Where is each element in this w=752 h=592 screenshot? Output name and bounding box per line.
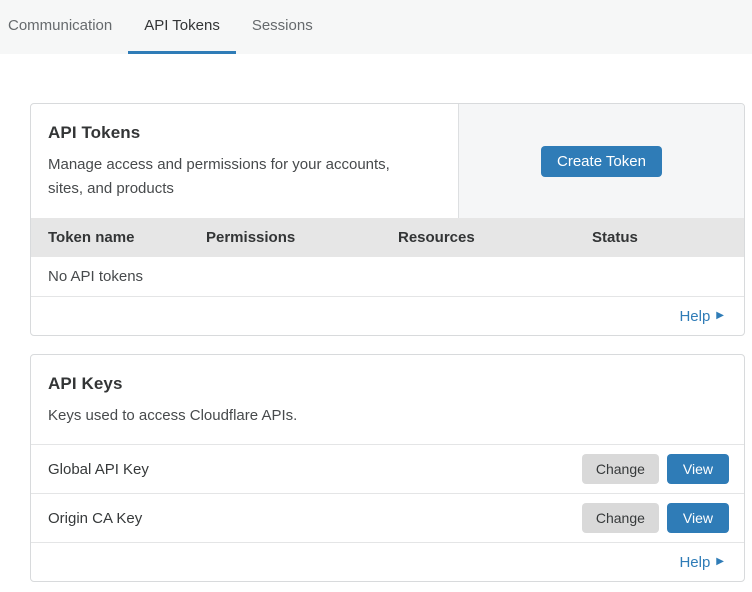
- api-key-row-global: Global API Key Change View: [31, 445, 744, 494]
- tab-bar: Communication API Tokens Sessions: [0, 0, 752, 54]
- change-origin-ca-key-button[interactable]: Change: [582, 503, 659, 533]
- api-keys-card-footer: Help ▶: [31, 543, 744, 581]
- api-keys-card-header: API Keys Keys used to access Cloudflare …: [31, 355, 744, 445]
- column-header-resources: Resources: [398, 229, 592, 246]
- api-key-actions: Change View: [582, 454, 729, 484]
- change-global-api-key-button[interactable]: Change: [582, 454, 659, 484]
- column-header-token-name: Token name: [48, 229, 206, 246]
- column-header-status: Status: [592, 229, 727, 246]
- tab-communication[interactable]: Communication: [0, 0, 128, 54]
- help-link-label: Help: [679, 554, 710, 571]
- api-tokens-help-link[interactable]: Help ▶: [679, 308, 724, 325]
- create-token-button[interactable]: Create Token: [541, 146, 662, 177]
- help-arrow-icon: ▶: [716, 557, 724, 567]
- api-keys-card: API Keys Keys used to access Cloudflare …: [30, 354, 745, 582]
- column-header-permissions: Permissions: [206, 229, 398, 246]
- api-tokens-card-header: API Tokens Manage access and permissions…: [31, 104, 744, 218]
- view-global-api-key-button[interactable]: View: [667, 454, 729, 484]
- api-key-row-origin-ca: Origin CA Key Change View: [31, 494, 744, 543]
- api-keys-card-title: API Keys: [48, 374, 727, 394]
- api-key-actions: Change View: [582, 503, 729, 533]
- tab-api-tokens[interactable]: API Tokens: [128, 0, 236, 54]
- api-keys-help-link[interactable]: Help ▶: [679, 554, 724, 571]
- help-link-label: Help: [679, 308, 710, 325]
- help-arrow-icon: ▶: [716, 311, 724, 321]
- api-tokens-card: API Tokens Manage access and permissions…: [30, 103, 745, 336]
- view-origin-ca-key-button[interactable]: View: [667, 503, 729, 533]
- api-key-label: Global API Key: [48, 461, 582, 478]
- tokens-empty-message: No API tokens: [48, 268, 143, 285]
- api-key-label: Origin CA Key: [48, 510, 582, 527]
- api-tokens-card-title: API Tokens: [48, 123, 441, 143]
- create-token-panel: Create Token: [458, 104, 744, 218]
- api-tokens-card-footer: Help ▶: [31, 297, 744, 335]
- tokens-empty-row: No API tokens: [31, 257, 744, 297]
- tokens-table-header: Token name Permissions Resources Status: [31, 218, 744, 257]
- api-tokens-card-header-text: API Tokens Manage access and permissions…: [31, 104, 458, 218]
- tab-sessions[interactable]: Sessions: [236, 0, 329, 54]
- api-tokens-card-description: Manage access and permissions for your a…: [48, 153, 428, 201]
- api-keys-card-description: Keys used to access Cloudflare APIs.: [48, 404, 428, 428]
